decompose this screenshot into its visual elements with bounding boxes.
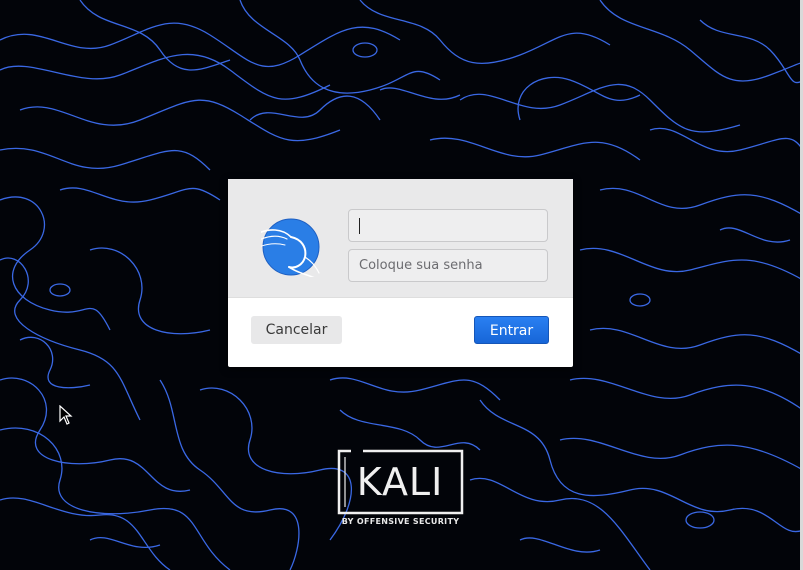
username-field[interactable] [348,209,548,242]
kali-tagline: BY OFFENSIVE SECURITY [341,517,460,526]
kali-dragon-avatar-icon [261,218,320,277]
login-dialog: Coloque sua senha Cancelar Entrar [228,179,573,367]
kali-logo: KALI BY OFFENSIVE SECURITY [337,449,464,529]
password-field[interactable]: Coloque sua senha [348,249,548,282]
login-button[interactable]: Entrar [474,316,549,344]
login-screen: Coloque sua senha Cancelar Entrar KALI B… [0,0,803,570]
kali-logo-text: KALI [356,460,444,504]
login-button-label: Entrar [489,323,534,339]
cancel-button[interactable]: Cancelar [251,316,342,344]
mouse-pointer-icon [59,405,73,425]
cancel-button-label: Cancelar [265,322,328,338]
password-placeholder: Coloque sua senha [359,258,483,273]
text-caret [359,218,360,234]
